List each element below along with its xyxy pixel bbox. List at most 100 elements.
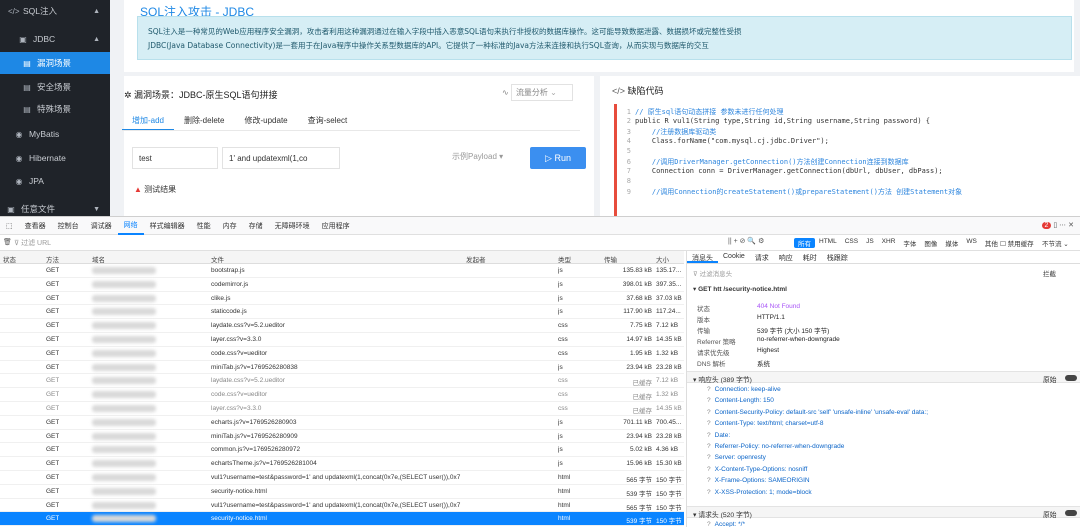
request-row[interactable]: 200GETbootstrap.jsscriptjs135.83 kB135.1… bbox=[0, 264, 684, 278]
col-size[interactable]: 大小 bbox=[656, 254, 669, 264]
tab-console[interactable]: 控制台 bbox=[52, 217, 85, 235]
flow-analysis-select[interactable]: ∿ 流量分析 ⌄ bbox=[502, 84, 573, 101]
filter-other[interactable]: 其他 bbox=[981, 238, 1002, 248]
tab-stack-trace[interactable]: 栈跟踪 bbox=[822, 251, 853, 263]
sidebar-item-sql-injection[interactable]: </> SQL注入 ▲ bbox=[0, 0, 110, 22]
filter-url-input[interactable]: ⊽ 过滤 URL bbox=[14, 238, 51, 248]
request-row[interactable]: 404GETsecurity-notice.htmljquery-3.4.1.m… bbox=[0, 512, 684, 527]
raw-toggle[interactable] bbox=[1065, 510, 1077, 516]
request-row[interactable]: 404GETsecurity-notice.htmljquery-3.4.1.m… bbox=[0, 485, 684, 499]
payload-select[interactable]: 示例Payload ▾ bbox=[452, 151, 503, 162]
help-icon[interactable]: ? bbox=[707, 454, 711, 461]
sidebar-item-jpa[interactable]: ◉ JPA bbox=[0, 170, 110, 192]
request-row[interactable]: 200GETlayer.css?v=3.3.0stylesheetcss已缓存1… bbox=[0, 402, 684, 416]
sidebar-item-safe-scene[interactable]: ▤ 安全场景 bbox=[0, 76, 110, 98]
tab-application[interactable]: 应用程序 bbox=[316, 217, 356, 235]
tab-timings[interactable]: 耗时 bbox=[798, 251, 822, 263]
tab-memory[interactable]: 内存 bbox=[217, 217, 243, 235]
tab-headers[interactable]: 消息头 bbox=[687, 251, 718, 263]
request-row[interactable]: 200GETcommon.js?v=1769526280972layui.js:… bbox=[0, 443, 684, 458]
code-editor[interactable]: 1// 原生sql语句动态拼接 参数未进行任何处理 2 public R vul1… bbox=[614, 104, 1074, 216]
help-icon[interactable]: ? bbox=[707, 409, 711, 416]
col-type[interactable]: 类型 bbox=[558, 254, 571, 264]
response-headers-section[interactable]: ▾ 响应头 (389 字节) 原始 bbox=[687, 371, 1080, 384]
close-icon[interactable]: ✕ bbox=[1068, 222, 1074, 229]
raw-toggle[interactable] bbox=[1065, 375, 1077, 381]
tab-debugger[interactable]: 调试器 bbox=[85, 217, 118, 235]
tab-accessibility[interactable]: 无障碍环境 bbox=[269, 217, 316, 235]
network-tool-icons[interactable]: || + ⊘ 🔍 ⚙ bbox=[728, 237, 764, 245]
help-icon[interactable]: ? bbox=[707, 466, 711, 473]
request-row[interactable]: 302GETvul1?username=test&password=1' and… bbox=[0, 499, 684, 513]
tab-select[interactable]: 查询-select bbox=[298, 112, 358, 131]
filter-html[interactable]: HTML bbox=[815, 238, 841, 248]
request-row[interactable]: 200GETlaydate.css?v=5.2.ueditorstyleshee… bbox=[0, 374, 684, 389]
col-domain[interactable]: 域名 bbox=[92, 254, 105, 264]
run-button[interactable]: ▷ Run bbox=[530, 147, 586, 169]
col-method[interactable]: 方法 bbox=[46, 254, 59, 264]
filter-media[interactable]: 媒体 bbox=[941, 238, 962, 248]
more-icon[interactable]: ⋯ bbox=[1059, 222, 1066, 229]
request-line: ▾ GET htt /security-notice.html bbox=[693, 286, 787, 293]
col-status[interactable]: 状态 bbox=[3, 254, 16, 264]
request-row[interactable]: 200GETminiTab.js?v=1769526280909layui.js… bbox=[0, 430, 684, 444]
password-input[interactable]: 1' and updatexml(1,co bbox=[222, 147, 340, 169]
filter-css[interactable]: CSS bbox=[841, 238, 862, 248]
pick-element-icon[interactable]: ⬚ bbox=[0, 217, 19, 235]
filter-all[interactable]: 所有 bbox=[794, 238, 815, 248]
sidebar-item-hibernate[interactable]: ◉ Hibernate bbox=[0, 147, 110, 169]
request-row[interactable]: 200GETclike.jsscriptjs37.68 kB37.03 kB bbox=[0, 292, 684, 306]
tab-update[interactable]: 修改-update bbox=[234, 112, 297, 131]
help-icon[interactable]: ? bbox=[707, 420, 711, 427]
filter-image[interactable]: 图像 bbox=[920, 238, 941, 248]
filter-js[interactable]: JS bbox=[862, 238, 878, 248]
block-button[interactable]: 拦截 bbox=[1043, 268, 1056, 278]
request-row[interactable]: 200GETlaydate.css?v=5.2.ueditorlayui.js:… bbox=[0, 319, 684, 333]
throttle-select[interactable]: 不节流 ⌄ bbox=[1042, 238, 1069, 248]
request-row[interactable]: 200GETcode.css?v=ueditorlayui.js:2 (styl… bbox=[0, 347, 684, 361]
request-row[interactable]: 200GETechartsTheme.js?v=1769526281004lay… bbox=[0, 457, 684, 471]
filter-headers-input[interactable]: ⊽ 过滤消息头 bbox=[693, 268, 732, 278]
dock-icon[interactable]: ▯ bbox=[1053, 222, 1057, 229]
tab-performance[interactable]: 性能 bbox=[191, 217, 217, 235]
filter-xhr[interactable]: XHR bbox=[878, 238, 900, 248]
sidebar-item-arbitrary-file[interactable]: ▣ 任意文件 ▼ bbox=[0, 198, 110, 216]
error-badge[interactable]: 2 bbox=[1041, 222, 1052, 229]
help-icon[interactable]: ? bbox=[707, 477, 711, 484]
sidebar-item-vuln-scene[interactable]: ▤ 漏洞场景 bbox=[0, 52, 110, 74]
filter-font[interactable]: 字体 bbox=[899, 238, 920, 248]
request-row[interactable]: 200GETcodemirror.jsscriptjs398.01 kB397.… bbox=[0, 278, 684, 292]
username-input[interactable]: test bbox=[132, 147, 218, 169]
request-row[interactable]: 200GETlayer.css?v=3.3.0layui.js:2 (style… bbox=[0, 333, 684, 347]
disable-cache-checkbox[interactable]: ☐ 禁用缓存 bbox=[1000, 238, 1034, 248]
request-row[interactable]: 200GETcode.css?v=ueditorstylesheetcss已缓存… bbox=[0, 388, 684, 402]
col-file[interactable]: 文件 bbox=[211, 254, 224, 264]
request-headers-section[interactable]: ▾ 请求头 (520 字节) 原始 bbox=[687, 506, 1080, 519]
request-row[interactable]: 200GETstaticcode.jsscriptjs117.90 kB117.… bbox=[0, 305, 684, 320]
tab-style-editor[interactable]: 样式编辑器 bbox=[144, 217, 191, 235]
tab-response[interactable]: 响应 bbox=[774, 251, 798, 263]
tab-delete[interactable]: 删除-delete bbox=[174, 112, 234, 131]
tab-storage[interactable]: 存储 bbox=[243, 217, 269, 235]
request-row[interactable]: 200GETecharts.js?v=1769526280903layui.js… bbox=[0, 416, 684, 430]
trash-icon[interactable]: 🗑 bbox=[3, 238, 12, 246]
sidebar-item-mybatis[interactable]: ◉ MyBatis bbox=[0, 123, 110, 145]
filter-ws[interactable]: WS bbox=[962, 238, 980, 248]
request-row[interactable]: 302GETvul1?username=test&password=1' and… bbox=[0, 471, 684, 485]
help-icon[interactable]: ? bbox=[707, 432, 711, 439]
help-icon[interactable]: ? bbox=[707, 521, 711, 527]
help-icon[interactable]: ? bbox=[707, 443, 711, 450]
help-icon[interactable]: ? bbox=[707, 397, 711, 404]
col-transferred[interactable]: 传输 bbox=[604, 254, 617, 264]
request-row[interactable]: 200GETminiTab.js?v=1769526280838layui.js… bbox=[0, 361, 684, 375]
help-icon[interactable]: ? bbox=[707, 386, 711, 393]
help-icon[interactable]: ? bbox=[707, 489, 711, 496]
col-initiator[interactable]: 发起者 bbox=[466, 254, 486, 264]
tab-inspector[interactable]: 查看器 bbox=[19, 217, 52, 235]
sidebar-item-special-scene[interactable]: ▤ 特殊场景 bbox=[0, 98, 110, 120]
tab-add[interactable]: 增加-add bbox=[122, 112, 175, 131]
sidebar-item-jdbc[interactable]: ▣ JDBC ▲ bbox=[0, 28, 110, 50]
tab-request[interactable]: 请求 bbox=[750, 251, 774, 263]
tab-network[interactable]: 网络 bbox=[117, 217, 144, 235]
tab-cookie[interactable]: Cookie bbox=[718, 251, 750, 263]
